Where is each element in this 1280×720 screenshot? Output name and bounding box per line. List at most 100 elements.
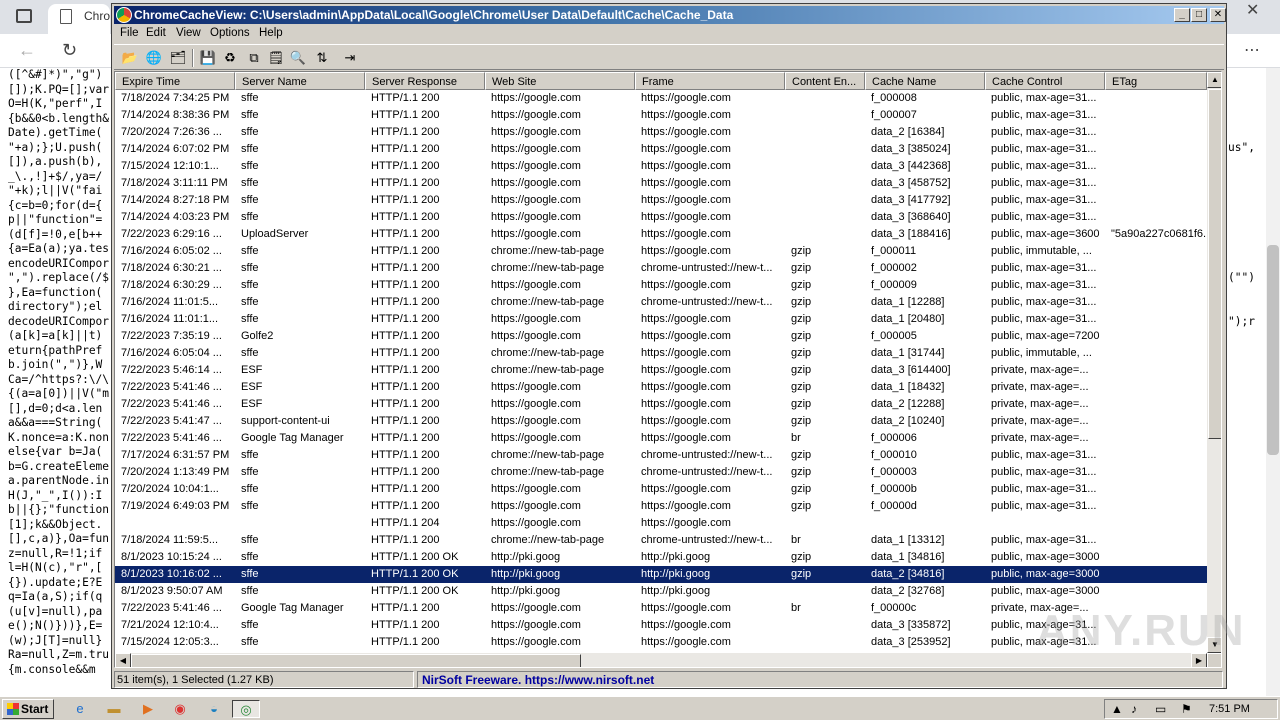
copy-files-icon[interactable]: 🗂 bbox=[168, 48, 188, 68]
cell-server-response: HTTP/1.1 200 bbox=[371, 449, 440, 461]
column-cache-control[interactable]: Cache Control bbox=[985, 72, 1105, 90]
column-cache-name[interactable]: Cache Name bbox=[865, 72, 985, 90]
column-frame[interactable]: Frame bbox=[635, 72, 785, 90]
ie-icon[interactable]: e bbox=[66, 700, 94, 718]
chrome-icon[interactable]: ◉ bbox=[166, 700, 194, 718]
table-row[interactable]: 7/22/2023 5:46:14 ... ESF HTTP/1.1 200 chro… bbox=[115, 362, 1207, 379]
page-scrollbar-thumb[interactable] bbox=[1267, 245, 1279, 455]
table-row[interactable]: 7/16/2024 11:01:1... sffe HTTP/1.1 200 http… bbox=[115, 311, 1207, 328]
cell-web-site: https://google.com bbox=[491, 92, 581, 104]
close-button[interactable]: ✕ bbox=[1210, 8, 1226, 22]
cell-content-encoding: gzip bbox=[791, 500, 812, 512]
taskbar: Start e ▬ ▶ ◉ ◒ ◎ ▲ ♪ ▭ ⚑ 7:51 PM bbox=[0, 696, 1280, 720]
table-row[interactable]: 7/22/2023 6:29:16 ... UploadServer HTTP/1.… bbox=[115, 226, 1207, 243]
copy-icon[interactable]: ⧉ bbox=[244, 48, 264, 68]
horizontal-scrollbar-thumb[interactable] bbox=[131, 654, 581, 667]
save-icon[interactable]: 💾 bbox=[198, 48, 218, 68]
table-row[interactable]: 7/18/2024 6:30:29 ... sffe HTTP/1.1 200 htt… bbox=[115, 277, 1207, 294]
cell-web-site: https://google.com bbox=[491, 109, 581, 121]
table-row[interactable]: 7/20/2024 7:26:36 ... sffe HTTP/1.1 200 htt… bbox=[115, 124, 1207, 141]
minimize-button[interactable]: _ bbox=[1174, 8, 1190, 22]
column-etag[interactable]: ETag bbox=[1105, 72, 1207, 90]
exit-icon[interactable]: ⇥ bbox=[340, 48, 360, 68]
table-row[interactable]: 8/1/2023 9:50:07 AM sffe HTTP/1.1 200 OK ht… bbox=[115, 583, 1207, 600]
table-row[interactable]: 7/16/2024 11:01:5... sffe HTTP/1.1 200 chro… bbox=[115, 294, 1207, 311]
properties-icon[interactable]: 🗒 bbox=[266, 48, 286, 68]
table-row[interactable]: 7/19/2024 6:49:03 PM sffe HTTP/1.1 200 http… bbox=[115, 498, 1207, 515]
table-row[interactable]: 7/18/2024 6:30:21 ... sffe HTTP/1.1 200 chr… bbox=[115, 260, 1207, 277]
tray-flag-icon[interactable]: ⚑ bbox=[1181, 702, 1192, 716]
table-row[interactable]: 7/14/2024 4:03:23 PM sffe HTTP/1.1 200 http… bbox=[115, 209, 1207, 226]
open-folder-icon[interactable]: 📂 bbox=[120, 48, 140, 68]
table-row[interactable]: 7/17/2024 6:31:57 PM sffe HTTP/1.1 200 chro… bbox=[115, 447, 1207, 464]
menu-help[interactable]: Help bbox=[259, 27, 283, 39]
table-row[interactable]: 7/14/2024 6:07:02 PM sffe HTTP/1.1 200 http… bbox=[115, 141, 1207, 158]
tray-expand-icon[interactable]: ▲ bbox=[1111, 702, 1123, 716]
column-server-response[interactable]: Server Response bbox=[365, 72, 485, 90]
table-row[interactable]: HTTP/1.1 204 https://google.com https://go… bbox=[115, 515, 1207, 532]
title-bar[interactable]: ChromeCacheView: C:\Users\admin\AppData\… bbox=[114, 6, 1226, 24]
scroll-up-arrow-icon[interactable]: ▲ bbox=[1207, 72, 1221, 88]
column-expire-time[interactable]: Expire Time bbox=[115, 72, 235, 90]
table-row[interactable]: 7/22/2023 5:41:46 ... ESF HTTP/1.1 200 http… bbox=[115, 396, 1207, 413]
edge-icon[interactable]: ◒ bbox=[200, 700, 228, 718]
browser-menu-icon[interactable]: ⋯ bbox=[1244, 40, 1260, 60]
cell-server-response: HTTP/1.1 200 bbox=[371, 534, 440, 546]
scroll-left-arrow-icon[interactable]: ◀ bbox=[115, 653, 131, 667]
table-row[interactable]: 7/16/2024 6:05:02 ... sffe HTTP/1.1 200 chr… bbox=[115, 243, 1207, 260]
browser-close-icon[interactable]: ✕ bbox=[1246, 0, 1259, 20]
table-row[interactable]: 7/18/2024 3:11:11 PM sffe HTTP/1.1 200 http… bbox=[115, 175, 1207, 192]
menu-options[interactable]: Options bbox=[210, 27, 250, 39]
table-row[interactable]: 7/20/2024 10:04:1... sffe HTTP/1.1 200 http… bbox=[115, 481, 1207, 498]
tray-volume-icon[interactable]: ♪ bbox=[1131, 702, 1137, 716]
find-icon[interactable]: 🔍 bbox=[288, 48, 308, 68]
cell-frame: https://google.com bbox=[641, 279, 731, 291]
cell-cache-name: data_2 [34816] bbox=[871, 568, 945, 580]
menu-edit[interactable]: Edit bbox=[146, 27, 166, 39]
table-row[interactable]: 7/20/2024 1:13:49 PM sffe HTTP/1.1 200 chro… bbox=[115, 464, 1207, 481]
reload-icon[interactable]: ↻ bbox=[62, 40, 77, 61]
table-row[interactable]: 8/1/2023 10:15:24 ... sffe HTTP/1.1 200 OK… bbox=[115, 549, 1207, 566]
code-line: ("") bbox=[1228, 271, 1255, 284]
table-row[interactable]: 7/22/2023 5:41:47 ... support-content-ui H… bbox=[115, 413, 1207, 430]
cell-web-site: https://google.com bbox=[491, 432, 581, 444]
table-row[interactable]: 7/14/2024 8:38:36 PM sffe HTTP/1.1 200 http… bbox=[115, 107, 1207, 124]
clock[interactable]: 7:51 PM bbox=[1209, 703, 1250, 715]
table-row[interactable]: 7/18/2024 11:59:5... sffe HTTP/1.1 200 chro… bbox=[115, 532, 1207, 549]
menu-view[interactable]: View bbox=[176, 27, 201, 39]
cache-list-view[interactable]: Expire Time Server Name Server Response … bbox=[114, 71, 1222, 668]
column-web-site[interactable]: Web Site bbox=[485, 72, 635, 90]
cell-cache-name: f_000008 bbox=[871, 92, 917, 104]
tab-search-icon[interactable] bbox=[16, 9, 32, 23]
cell-cache-name: data_3 [417792] bbox=[871, 194, 951, 206]
table-row[interactable]: 7/22/2023 5:41:46 ... ESF HTTP/1.1 200 http… bbox=[115, 379, 1207, 396]
cell-frame: https://google.com bbox=[641, 177, 731, 189]
code-line: []),a.push(b), bbox=[8, 155, 103, 168]
explorer-folder-icon[interactable]: ▬ bbox=[100, 700, 128, 718]
media-player-icon[interactable]: ▶ bbox=[134, 700, 162, 718]
table-row[interactable]: 7/18/2024 7:34:25 PM sffe HTTP/1.1 200 http… bbox=[115, 90, 1207, 107]
maximize-button[interactable]: □ bbox=[1191, 8, 1207, 22]
vertical-scrollbar-thumb[interactable] bbox=[1208, 89, 1221, 439]
table-row[interactable]: 7/14/2024 8:27:18 PM sffe HTTP/1.1 200 http… bbox=[115, 192, 1207, 209]
chromecacheview-task-icon[interactable]: ◎ bbox=[232, 700, 260, 718]
table-row[interactable]: 7/22/2023 7:35:19 ... Golfe2 HTTP/1.1 200 h… bbox=[115, 328, 1207, 345]
cell-frame: https://google.com bbox=[641, 602, 731, 614]
table-row[interactable]: 7/15/2024 12:10:1... sffe HTTP/1.1 200 http… bbox=[115, 158, 1207, 175]
table-row[interactable]: 7/22/2023 5:41:46 ... Google Tag Manager H… bbox=[115, 430, 1207, 447]
tray-network-icon[interactable]: ▭ bbox=[1155, 702, 1166, 716]
column-server-name[interactable]: Server Name bbox=[235, 72, 365, 90]
table-row[interactable]: 8/1/2023 10:16:02 ... sffe HTTP/1.1 200 OK… bbox=[115, 566, 1207, 583]
globe-icon[interactable]: 🌐 bbox=[144, 48, 164, 68]
sort-icon[interactable]: ⇅ bbox=[312, 48, 332, 68]
cell-expire-time: 7/22/2023 5:41:46 ... bbox=[121, 381, 222, 393]
nirsoft-link[interactable]: NirSoft Freeware. https://www.nirsoft.ne… bbox=[422, 673, 654, 687]
start-button[interactable]: Start bbox=[2, 699, 54, 719]
table-row[interactable]: 7/16/2024 6:05:04 ... sffe HTTP/1.1 200 chr… bbox=[115, 345, 1207, 362]
chromecacheview-window: ChromeCacheView: C:\Users\admin\AppData\… bbox=[111, 3, 1227, 689]
cell-cache-control: public, immutable, ... bbox=[991, 347, 1092, 359]
menu-file[interactable]: File bbox=[120, 27, 139, 39]
column-content-encoding[interactable]: Content En... bbox=[785, 72, 865, 90]
back-arrow-icon[interactable]: ← bbox=[18, 40, 36, 61]
refresh-icon[interactable]: ♻ bbox=[220, 48, 240, 68]
